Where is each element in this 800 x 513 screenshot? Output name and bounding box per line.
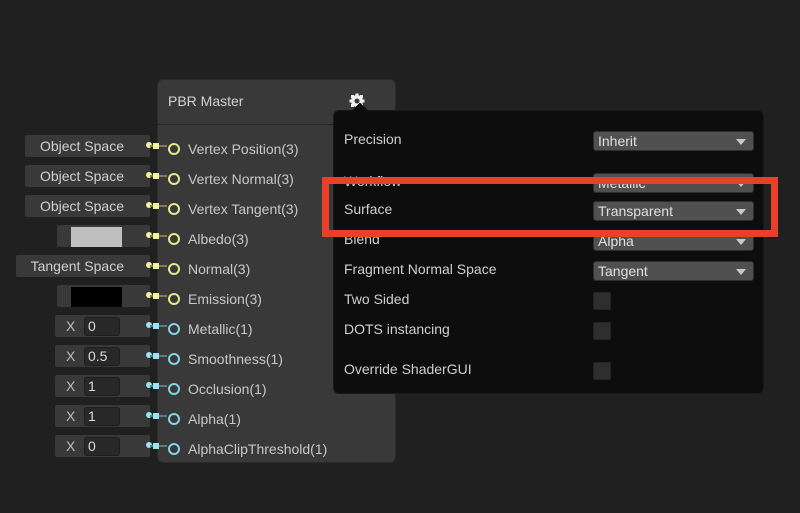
wire-knob — [153, 323, 159, 329]
float-field[interactable]: X0 — [55, 315, 152, 337]
color-field[interactable] — [57, 285, 152, 307]
port-connector-icon[interactable] — [168, 143, 180, 155]
port-label: AlphaClipThreshold(1) — [188, 441, 328, 457]
color-swatch[interactable] — [71, 287, 122, 307]
axis-label: X — [66, 378, 76, 394]
port-connector-icon[interactable] — [168, 263, 180, 275]
property-label: Fragment Normal Space — [344, 261, 497, 277]
wire-knob — [153, 173, 159, 179]
override-shadergui-checkbox[interactable] — [593, 362, 611, 380]
chevron-down-icon — [736, 139, 746, 145]
wire-knob — [153, 353, 159, 359]
color-swatch[interactable] — [71, 227, 122, 247]
port-label: Occlusion(1) — [188, 381, 267, 397]
port-connector-icon[interactable] — [168, 353, 180, 365]
float-field[interactable]: X0 — [55, 435, 152, 457]
node-title: PBR Master — [168, 93, 244, 109]
port-label: Normal(3) — [188, 261, 251, 277]
property-label: Precision — [344, 131, 402, 147]
float-input[interactable]: 1 — [84, 377, 120, 396]
space-value: Tangent Space — [30, 258, 124, 274]
space-dropdown[interactable]: Object Space — [25, 195, 152, 217]
surface-highlight-box — [322, 177, 778, 237]
port-label: Smoothness(1) — [188, 351, 283, 367]
float-field[interactable]: X1 — [55, 405, 152, 427]
port-connector-icon[interactable] — [168, 233, 180, 245]
port-connector-icon[interactable] — [168, 293, 180, 305]
port-connector-icon[interactable] — [168, 383, 180, 395]
property-label: DOTS instancing — [344, 321, 450, 337]
port-label: Metallic(1) — [188, 321, 253, 337]
port-connector-icon[interactable] — [168, 443, 180, 455]
port-label: Alpha(1) — [188, 411, 241, 427]
wire-knob — [153, 443, 159, 449]
wire-knob — [153, 383, 159, 389]
chevron-down-icon — [736, 269, 746, 275]
port-label: Vertex Normal(3) — [188, 171, 294, 187]
space-value: Object Space — [39, 198, 124, 214]
input-port[interactable]: Alpha(1) — [158, 409, 395, 429]
port-label: Vertex Position(3) — [188, 141, 299, 157]
property-label: Two Sided — [344, 291, 410, 307]
space-dropdown[interactable]: Tangent Space — [16, 255, 152, 277]
chevron-down-icon — [736, 239, 746, 245]
port-label: Albedo(3) — [188, 231, 249, 247]
dots-instancing-checkbox[interactable] — [593, 322, 611, 340]
float-input[interactable]: 0 — [84, 437, 120, 456]
dropdown-value: Inherit — [598, 133, 637, 149]
input-port[interactable]: AlphaClipThreshold(1) — [158, 439, 395, 459]
node-settings-popup: Precision Inherit Workflow Metallic Surface T… — [333, 102, 764, 394]
port-connector-icon[interactable] — [168, 323, 180, 335]
property-label: Override ShaderGUI — [344, 361, 472, 377]
space-dropdown[interactable]: Object Space — [25, 135, 152, 157]
precision-dropdown[interactable]: Inherit — [593, 131, 754, 151]
space-value: Object Space — [39, 138, 124, 154]
wire-knob — [153, 293, 159, 299]
wire-knob — [153, 203, 159, 209]
float-input[interactable]: 0.5 — [84, 347, 120, 366]
port-connector-icon[interactable] — [168, 413, 180, 425]
float-input[interactable]: 0 — [84, 317, 120, 336]
axis-label: X — [66, 318, 76, 334]
float-field[interactable]: X1 — [55, 375, 152, 397]
space-dropdown[interactable]: Object Space — [25, 165, 152, 187]
axis-label: X — [66, 408, 76, 424]
port-connector-icon[interactable] — [168, 203, 180, 215]
space-value: Object Space — [39, 168, 124, 184]
wire-knob — [153, 233, 159, 239]
dropdown-value: Tangent — [598, 263, 648, 279]
float-input[interactable]: 1 — [84, 407, 120, 426]
wire-knob — [153, 143, 159, 149]
axis-label: X — [66, 348, 76, 364]
wire-knob — [153, 413, 159, 419]
wire-knob — [153, 263, 159, 269]
axis-label: X — [66, 438, 76, 454]
fragment-normal-space-dropdown[interactable]: Tangent — [593, 261, 754, 281]
color-field[interactable] — [57, 225, 152, 247]
two-sided-checkbox[interactable] — [593, 292, 611, 310]
port-label: Vertex Tangent(3) — [188, 201, 299, 217]
float-field[interactable]: X 0.5 — [55, 345, 152, 367]
port-label: Emission(3) — [188, 291, 262, 307]
port-connector-icon[interactable] — [168, 173, 180, 185]
